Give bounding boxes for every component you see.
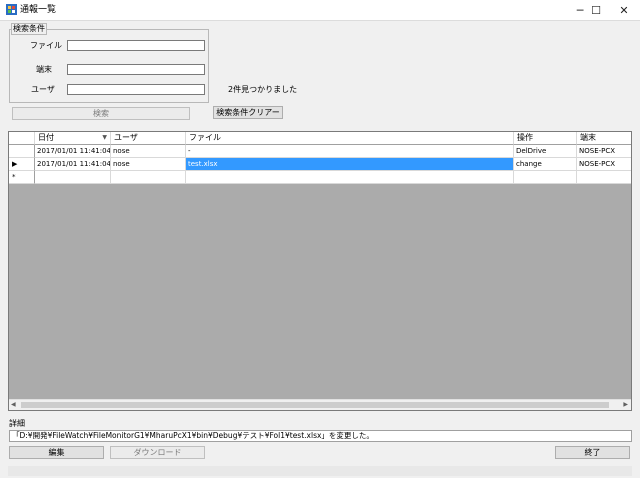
window-title: 通報一覧 [20,5,57,15]
detail-label: 詳細 [9,419,25,428]
column-header-date[interactable]: 日付 ▼ [35,132,111,145]
column-header-file[interactable]: ファイル [186,132,514,145]
grid-corner-header [9,132,35,145]
cell-date[interactable]: 2017/01/01 11:41:04... [35,145,111,158]
cell-terminal[interactable]: NOSE-PCX [577,158,631,171]
column-header-action[interactable]: 操作 [514,132,577,145]
close-button[interactable]: ✕ [608,0,640,20]
new-row-cell[interactable] [186,171,514,184]
search-conditions-legend: 検索条件 [11,23,47,35]
result-count-text: 2件見つかりました [228,85,298,94]
new-row-cell[interactable] [35,171,111,184]
column-header-terminal[interactable]: 端末 [577,132,631,145]
download-button[interactable]: ダウンロード [110,446,205,459]
title-bar: 通報一覧 ─ ☐ ✕ [0,0,640,21]
cell-action[interactable]: change [514,158,577,171]
cell-file-selected[interactable]: test.xlsx [186,158,514,171]
user-label: ユーザ [31,85,55,94]
cell-action[interactable]: DelDrive [514,145,577,158]
edit-button[interactable]: 編集 [9,446,104,459]
detail-textbox[interactable]: 「D:¥開発¥FileWatch¥FileMonitorG1¥MharuPcX1… [9,430,632,442]
user-input[interactable] [67,84,205,95]
scroll-right-icon[interactable]: ▶ [623,400,628,410]
app-window-icon [6,4,17,15]
search-button[interactable]: 検索 [12,107,190,120]
new-row-cell[interactable] [514,171,577,184]
cell-user[interactable]: nose [111,158,186,171]
cell-file[interactable]: - [186,145,514,158]
cell-user[interactable]: nose [111,145,186,158]
new-row-marker-icon[interactable]: * [9,171,35,184]
cell-date[interactable]: 2017/01/01 11:41:04... [35,158,111,171]
column-header-user[interactable]: ユーザ [111,132,186,145]
window-horizontal-scrollbar[interactable] [8,466,632,476]
new-row-cell[interactable] [111,171,186,184]
cell-terminal[interactable]: NOSE-PCX [577,145,631,158]
results-grid[interactable]: 日付 ▼ ユーザ ファイル 操作 端末 2017/01/01 11:41:04.… [8,131,632,411]
row-header[interactable] [9,145,35,158]
scrollbar-thumb[interactable] [21,402,609,408]
file-input[interactable] [67,40,205,51]
terminal-input[interactable] [67,64,205,75]
scroll-left-icon[interactable]: ◀ [11,400,16,410]
file-label: ファイル [30,41,62,50]
current-row-marker-icon[interactable]: ▶ [9,158,35,171]
sort-descending-icon: ▼ [102,134,107,141]
column-header-date-label: 日付 [38,133,54,142]
exit-button[interactable]: 終了 [555,446,630,459]
new-row-cell[interactable] [577,171,631,184]
clear-conditions-button[interactable]: 検索条件クリアー [213,106,283,119]
terminal-label: 端末 [36,65,52,74]
grid-horizontal-scrollbar[interactable]: ◀ ▶ [9,399,631,410]
